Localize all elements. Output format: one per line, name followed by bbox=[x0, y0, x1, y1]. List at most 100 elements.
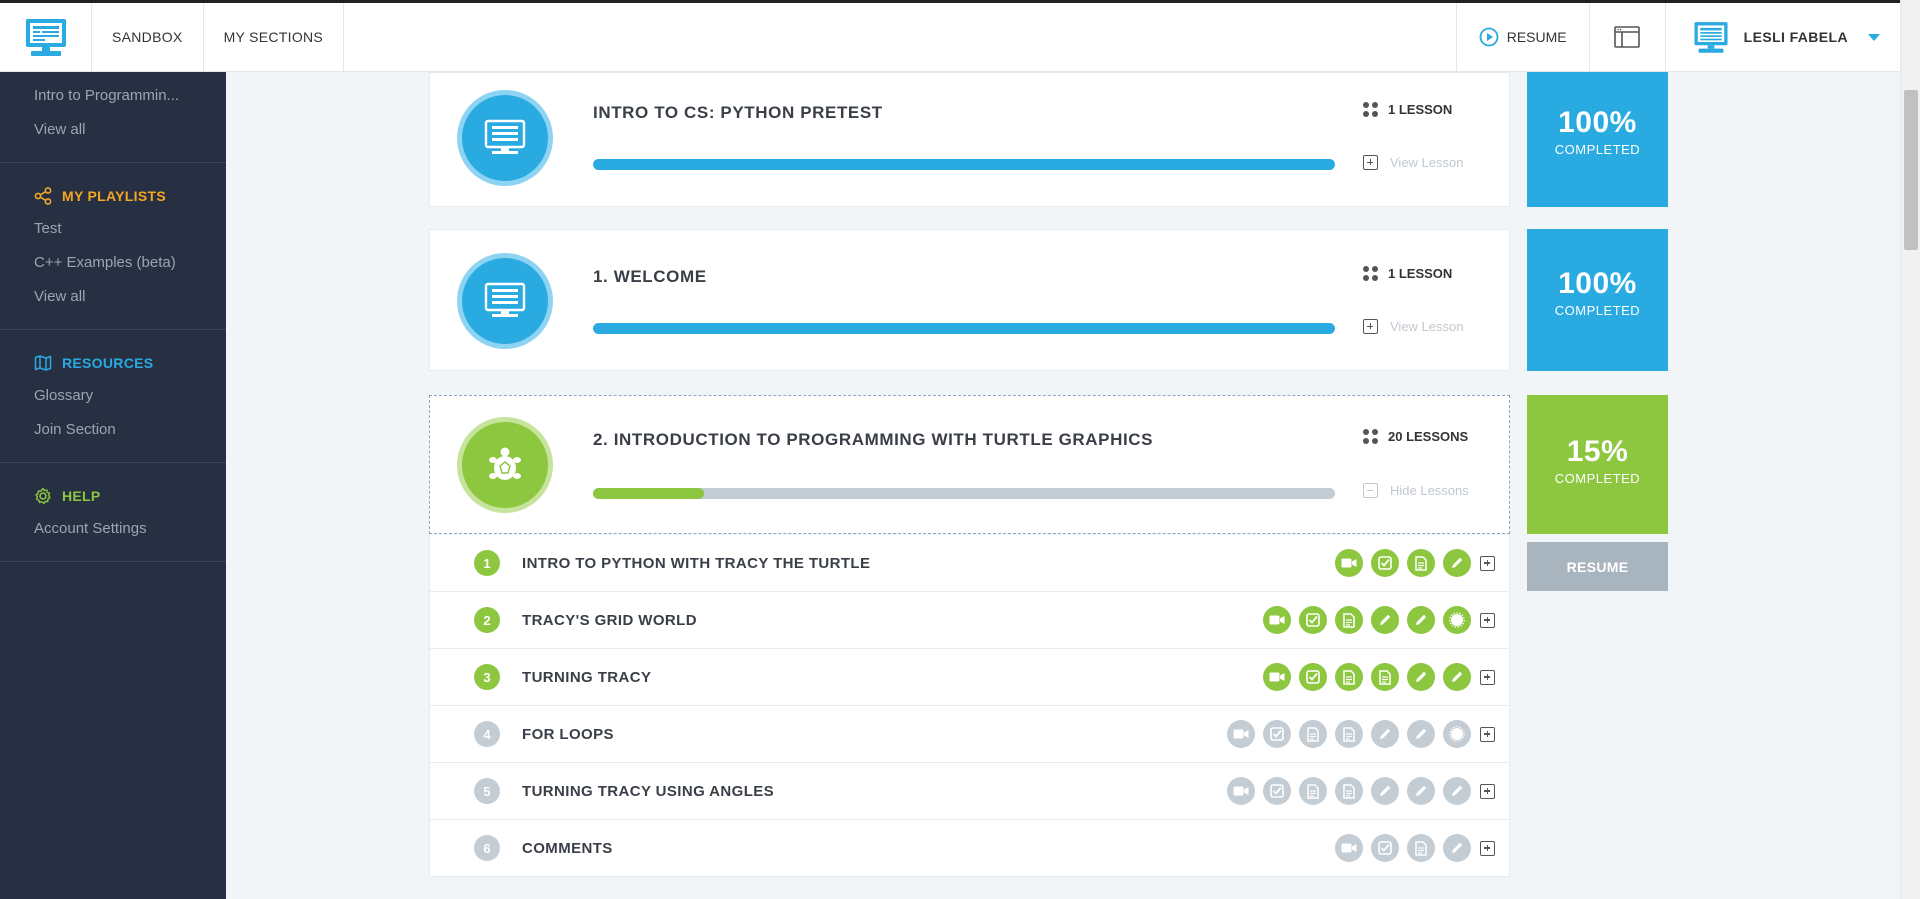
expand-plus-icon[interactable] bbox=[1480, 669, 1495, 685]
lesson-title[interactable]: INTRO TO PYTHON WITH TRACY THE TURTLE bbox=[522, 555, 870, 572]
sidebar-item-course[interactable]: Intro to Programmin... bbox=[0, 78, 226, 112]
document-icon[interactable] bbox=[1335, 777, 1363, 805]
playlists-heading-label: MY PLAYLISTS bbox=[62, 188, 166, 204]
pencil-icon[interactable] bbox=[1443, 777, 1471, 805]
resources-heading-label: RESOURCES bbox=[62, 355, 154, 371]
hide-lessons-toggle[interactable]: Hide Lessons bbox=[1363, 483, 1469, 498]
document-icon[interactable] bbox=[1335, 606, 1363, 634]
pencil-icon[interactable] bbox=[1371, 720, 1399, 748]
view-lesson-toggle[interactable]: View Lesson bbox=[1363, 155, 1463, 170]
video-icon[interactable] bbox=[1263, 663, 1291, 691]
lesson-title[interactable]: TRACY'S GRID WORLD bbox=[522, 612, 697, 629]
unit-progress-bar bbox=[593, 159, 1335, 170]
pencil-icon[interactable] bbox=[1407, 663, 1435, 691]
nav-sandbox[interactable]: SANDBOX bbox=[92, 3, 204, 71]
lesson-row[interactable]: 6 COMMENTS bbox=[430, 820, 1509, 877]
video-icon[interactable] bbox=[1335, 549, 1363, 577]
document-icon[interactable] bbox=[1299, 777, 1327, 805]
document-icon[interactable] bbox=[1335, 663, 1363, 691]
grid-dots-icon bbox=[1363, 266, 1378, 281]
expand-plus-icon[interactable] bbox=[1480, 726, 1495, 742]
view-lesson-label: View Lesson bbox=[1390, 319, 1464, 334]
lesson-row[interactable]: 1 INTRO TO PYTHON WITH TRACY THE TURTLE bbox=[430, 535, 1509, 592]
quiz-check-icon[interactable] bbox=[1263, 777, 1291, 805]
completion-label: COMPLETED bbox=[1554, 303, 1641, 318]
pencil-icon[interactable] bbox=[1407, 606, 1435, 634]
sidebar: Intro to Programmin... View all MY PLAYL… bbox=[0, 72, 226, 899]
computer-icon bbox=[484, 119, 526, 154]
lesson-title[interactable]: COMMENTS bbox=[522, 840, 613, 857]
badge-icon[interactable] bbox=[1443, 720, 1471, 748]
lesson-row[interactable]: 2 TRACY'S GRID WORLD bbox=[430, 592, 1509, 649]
lesson-row[interactable]: 3 TURNING TRACY bbox=[430, 649, 1509, 706]
unit-card-pretest[interactable]: INTRO TO CS: PYTHON PRETEST 1 LESSON Vie… bbox=[429, 72, 1510, 207]
document-icon[interactable] bbox=[1371, 663, 1399, 691]
document-icon[interactable] bbox=[1299, 720, 1327, 748]
video-icon[interactable] bbox=[1227, 777, 1255, 805]
vertical-scrollbar[interactable] bbox=[1900, 0, 1920, 899]
sidebar-heading-resources[interactable]: RESOURCES bbox=[0, 340, 226, 378]
sidebar-item-course-view-all[interactable]: View all bbox=[0, 112, 226, 146]
video-icon[interactable] bbox=[1227, 720, 1255, 748]
lesson-count-label: 1 LESSON bbox=[1388, 266, 1453, 281]
video-icon[interactable] bbox=[1263, 606, 1291, 634]
unit-title[interactable]: INTRO TO CS: PYTHON PRETEST bbox=[593, 103, 883, 123]
unit-title[interactable]: 1. WELCOME bbox=[593, 267, 707, 287]
unit-progress-bar bbox=[593, 488, 1335, 499]
pencil-icon[interactable] bbox=[1443, 834, 1471, 862]
unit-icon bbox=[462, 422, 548, 508]
unit-completion-badge: 15% COMPLETED bbox=[1527, 395, 1668, 534]
expand-plus-icon[interactable] bbox=[1480, 555, 1495, 571]
document-icon[interactable] bbox=[1335, 720, 1363, 748]
layout-toggle-button[interactable] bbox=[1590, 3, 1666, 71]
lesson-row[interactable]: 5 TURNING TRACY USING ANGLES bbox=[430, 763, 1509, 820]
pencil-icon[interactable] bbox=[1407, 777, 1435, 805]
view-lesson-toggle[interactable]: View Lesson bbox=[1363, 319, 1463, 334]
pencil-icon[interactable] bbox=[1371, 606, 1399, 634]
pencil-icon[interactable] bbox=[1371, 777, 1399, 805]
pencil-icon[interactable] bbox=[1443, 663, 1471, 691]
document-icon[interactable] bbox=[1407, 834, 1435, 862]
expand-plus-icon[interactable] bbox=[1480, 612, 1495, 628]
user-menu[interactable]: LESLI FABELA bbox=[1666, 3, 1900, 71]
lesson-number-badge: 2 bbox=[474, 607, 500, 633]
pencil-icon[interactable] bbox=[1407, 720, 1435, 748]
video-icon[interactable] bbox=[1335, 834, 1363, 862]
lesson-activities bbox=[1263, 606, 1471, 634]
lesson-title[interactable]: TURNING TRACY bbox=[522, 669, 651, 686]
quiz-check-icon[interactable] bbox=[1371, 549, 1399, 577]
quiz-check-icon[interactable] bbox=[1371, 834, 1399, 862]
quiz-check-icon[interactable] bbox=[1299, 663, 1327, 691]
lesson-count: 1 LESSON bbox=[1363, 102, 1452, 117]
sidebar-item-account-settings[interactable]: Account Settings bbox=[0, 511, 226, 545]
sidebar-resources-group: RESOURCES Glossary Join Section bbox=[0, 330, 226, 463]
unit-title[interactable]: 2. INTRODUCTION TO PROGRAMMING WITH TURT… bbox=[593, 430, 1153, 450]
nav-my-sections[interactable]: MY SECTIONS bbox=[204, 3, 345, 71]
lesson-title[interactable]: TURNING TRACY USING ANGLES bbox=[522, 783, 774, 800]
sidebar-item-playlists-view-all[interactable]: View all bbox=[0, 279, 226, 313]
expand-plus-icon[interactable] bbox=[1480, 840, 1495, 856]
quiz-check-icon[interactable] bbox=[1263, 720, 1291, 748]
lesson-title[interactable]: FOR LOOPS bbox=[522, 726, 614, 743]
view-lesson-label: View Lesson bbox=[1390, 155, 1464, 170]
sidebar-item-playlist-cpp[interactable]: C++ Examples (beta) bbox=[0, 245, 226, 279]
pencil-icon[interactable] bbox=[1443, 549, 1471, 577]
quiz-check-icon[interactable] bbox=[1299, 606, 1327, 634]
badge-icon[interactable] bbox=[1443, 606, 1471, 634]
logo[interactable] bbox=[0, 3, 92, 71]
sidebar-item-playlist-test[interactable]: Test bbox=[0, 211, 226, 245]
sidebar-item-join-section[interactable]: Join Section bbox=[0, 412, 226, 446]
sidebar-heading-playlists[interactable]: MY PLAYLISTS bbox=[0, 173, 226, 211]
lesson-number-badge: 5 bbox=[474, 778, 500, 804]
expand-plus-icon[interactable] bbox=[1480, 783, 1495, 799]
resume-top-button[interactable]: RESUME bbox=[1455, 3, 1590, 71]
lesson-row[interactable]: 4 FOR LOOPS bbox=[430, 706, 1509, 763]
unit-resume-button[interactable]: RESUME bbox=[1527, 542, 1668, 591]
sidebar-item-glossary[interactable]: Glossary bbox=[0, 378, 226, 412]
document-icon[interactable] bbox=[1407, 549, 1435, 577]
sidebar-heading-help[interactable]: HELP bbox=[0, 473, 226, 511]
unit-card-turtle-graphics[interactable]: 2. INTRODUCTION TO PROGRAMMING WITH TURT… bbox=[429, 395, 1510, 534]
scrollbar-thumb[interactable] bbox=[1904, 90, 1918, 250]
unit-card-welcome[interactable]: 1. WELCOME 1 LESSON View Lesson bbox=[429, 229, 1510, 371]
